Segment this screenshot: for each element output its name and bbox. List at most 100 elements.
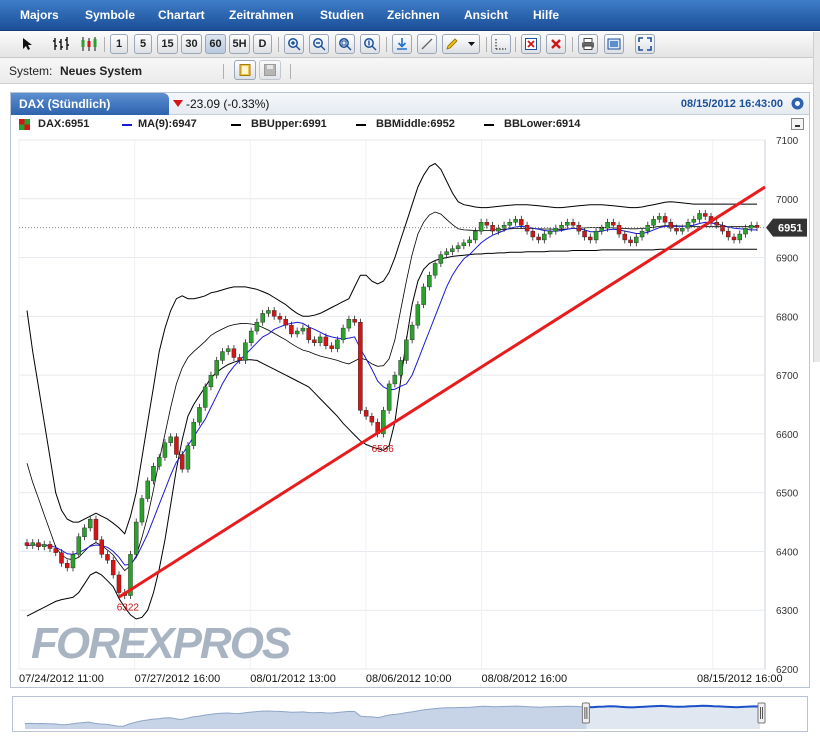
candle-body	[248, 330, 254, 343]
candle-body	[691, 219, 697, 223]
candle-body	[277, 316, 283, 320]
x-tick-label: 08/15/2012 16:00	[697, 673, 783, 685]
x-tick-label: 07/24/2012 11:00	[19, 673, 104, 685]
timeframe-1-button[interactable]: 1	[110, 34, 128, 54]
x-tick-label: 08/01/2012 13:00	[250, 673, 336, 685]
menu-ansicht[interactable]: Ansicht	[464, 8, 508, 22]
candle-body	[743, 227, 748, 235]
candle-body	[657, 216, 662, 220]
menu-zeitrahmen[interactable]: Zeitrahmen	[229, 8, 294, 22]
price-chart[interactable]: 7100700069006800670066006500640063006200…	[11, 93, 809, 687]
print-icon[interactable]	[578, 34, 598, 54]
annotation-low-1: 6322	[117, 602, 140, 613]
candle-body	[358, 322, 363, 411]
candle-body	[174, 436, 179, 455]
toolbar: 1 5 15 30 60 5H D	[0, 31, 820, 58]
timeframe-d-button[interactable]: D	[253, 34, 272, 54]
candle-body	[427, 274, 432, 288]
y-tick-label: 6700	[776, 371, 799, 382]
timeframe-5-button[interactable]: 5	[134, 34, 152, 54]
zoom-out-icon[interactable]	[309, 34, 329, 54]
menu-chartart[interactable]: Chartart	[158, 8, 205, 22]
zoom-in-icon[interactable]	[284, 34, 304, 54]
candle-body	[220, 351, 225, 361]
candle-body	[116, 574, 122, 593]
navigator-window	[586, 699, 760, 729]
candle-body	[156, 457, 162, 467]
pointer-icon[interactable]	[18, 34, 38, 54]
candle-body	[507, 222, 513, 226]
x-tick-label: 08/08/2012 16:00	[482, 673, 568, 685]
candle-body	[214, 360, 219, 376]
candle-body	[553, 227, 559, 232]
fullscreen-icon[interactable]	[635, 34, 655, 54]
menu-bar: Majors Symbole Chartart Zeitrahmen Studi…	[0, 0, 820, 31]
candle-body	[651, 219, 656, 226]
candle-body	[24, 542, 30, 546]
candle-body	[260, 313, 265, 323]
candle-body	[53, 548, 58, 553]
candle-body	[737, 233, 742, 241]
candle-body	[340, 327, 346, 341]
navigator[interactable]	[12, 696, 808, 732]
bar-chart-type-icon[interactable]	[50, 34, 72, 54]
y-tick-label: 6900	[776, 254, 799, 265]
candle-body	[697, 213, 702, 220]
candle-body	[254, 322, 260, 332]
last-price-label: 6951	[778, 223, 802, 235]
menu-studien[interactable]: Studien	[320, 8, 364, 22]
menu-majors[interactable]: Majors	[20, 8, 59, 22]
timeframe-60-button[interactable]: 60	[205, 34, 226, 54]
candle-body	[317, 336, 323, 343]
candle-body	[593, 230, 599, 241]
candle-body	[582, 230, 587, 238]
candle-body	[243, 342, 248, 361]
screenshot-icon[interactable]	[604, 34, 624, 54]
system-name: Neues System	[60, 64, 143, 78]
candle-body	[289, 324, 294, 335]
candle-body	[76, 536, 81, 555]
menu-zeichnen[interactable]: Zeichnen	[387, 8, 440, 22]
y-tick-label: 7100	[776, 136, 799, 147]
zoom-fit-icon[interactable]	[335, 34, 355, 54]
page-scrollbar[interactable]	[813, 32, 820, 362]
candle-body	[478, 222, 484, 232]
y-tick-label: 6500	[776, 489, 799, 500]
menu-symbole[interactable]: Symbole	[85, 8, 135, 22]
candle-body	[438, 254, 444, 264]
candle-body	[312, 339, 317, 343]
navigator-handle-right[interactable]	[757, 702, 766, 724]
system-label: System:	[9, 64, 53, 78]
candle-body	[363, 410, 369, 417]
timeframe-15-button[interactable]: 15	[157, 34, 178, 54]
candle-body	[271, 310, 277, 317]
candle-body	[237, 357, 242, 361]
download-arrow-icon[interactable]	[392, 34, 412, 54]
candlestick-chart-type-icon[interactable]	[78, 34, 100, 54]
zoom-reset-icon[interactable]	[360, 34, 380, 54]
candle-body	[197, 407, 202, 423]
candle-body	[300, 327, 306, 332]
delete-all-icon[interactable]	[546, 34, 566, 54]
menu-hilfe[interactable]: Hilfe	[533, 8, 559, 22]
crosshair-icon[interactable]	[491, 34, 511, 54]
delete-selected-icon[interactable]	[521, 34, 541, 54]
candle-body	[208, 374, 214, 388]
candle-body	[404, 339, 409, 361]
candle-body	[294, 330, 300, 335]
candle-body	[634, 236, 639, 244]
candle-body	[570, 222, 576, 226]
timeframe-5h-button[interactable]: 5H	[229, 34, 250, 54]
pencil-dropdown-icon[interactable]	[442, 34, 480, 54]
timeframe-30-button[interactable]: 30	[181, 34, 202, 54]
candle-body	[283, 319, 288, 326]
navigator-handle-left[interactable]	[581, 702, 590, 724]
navigator-overview[interactable]	[13, 697, 807, 731]
candle-body	[179, 454, 185, 470]
candle-body	[110, 560, 116, 576]
candle-body	[352, 319, 357, 323]
candle-body	[59, 552, 64, 564]
open-system-icon[interactable]	[234, 60, 256, 80]
save-system-icon[interactable]	[259, 60, 281, 80]
draw-line-icon[interactable]	[417, 34, 437, 54]
